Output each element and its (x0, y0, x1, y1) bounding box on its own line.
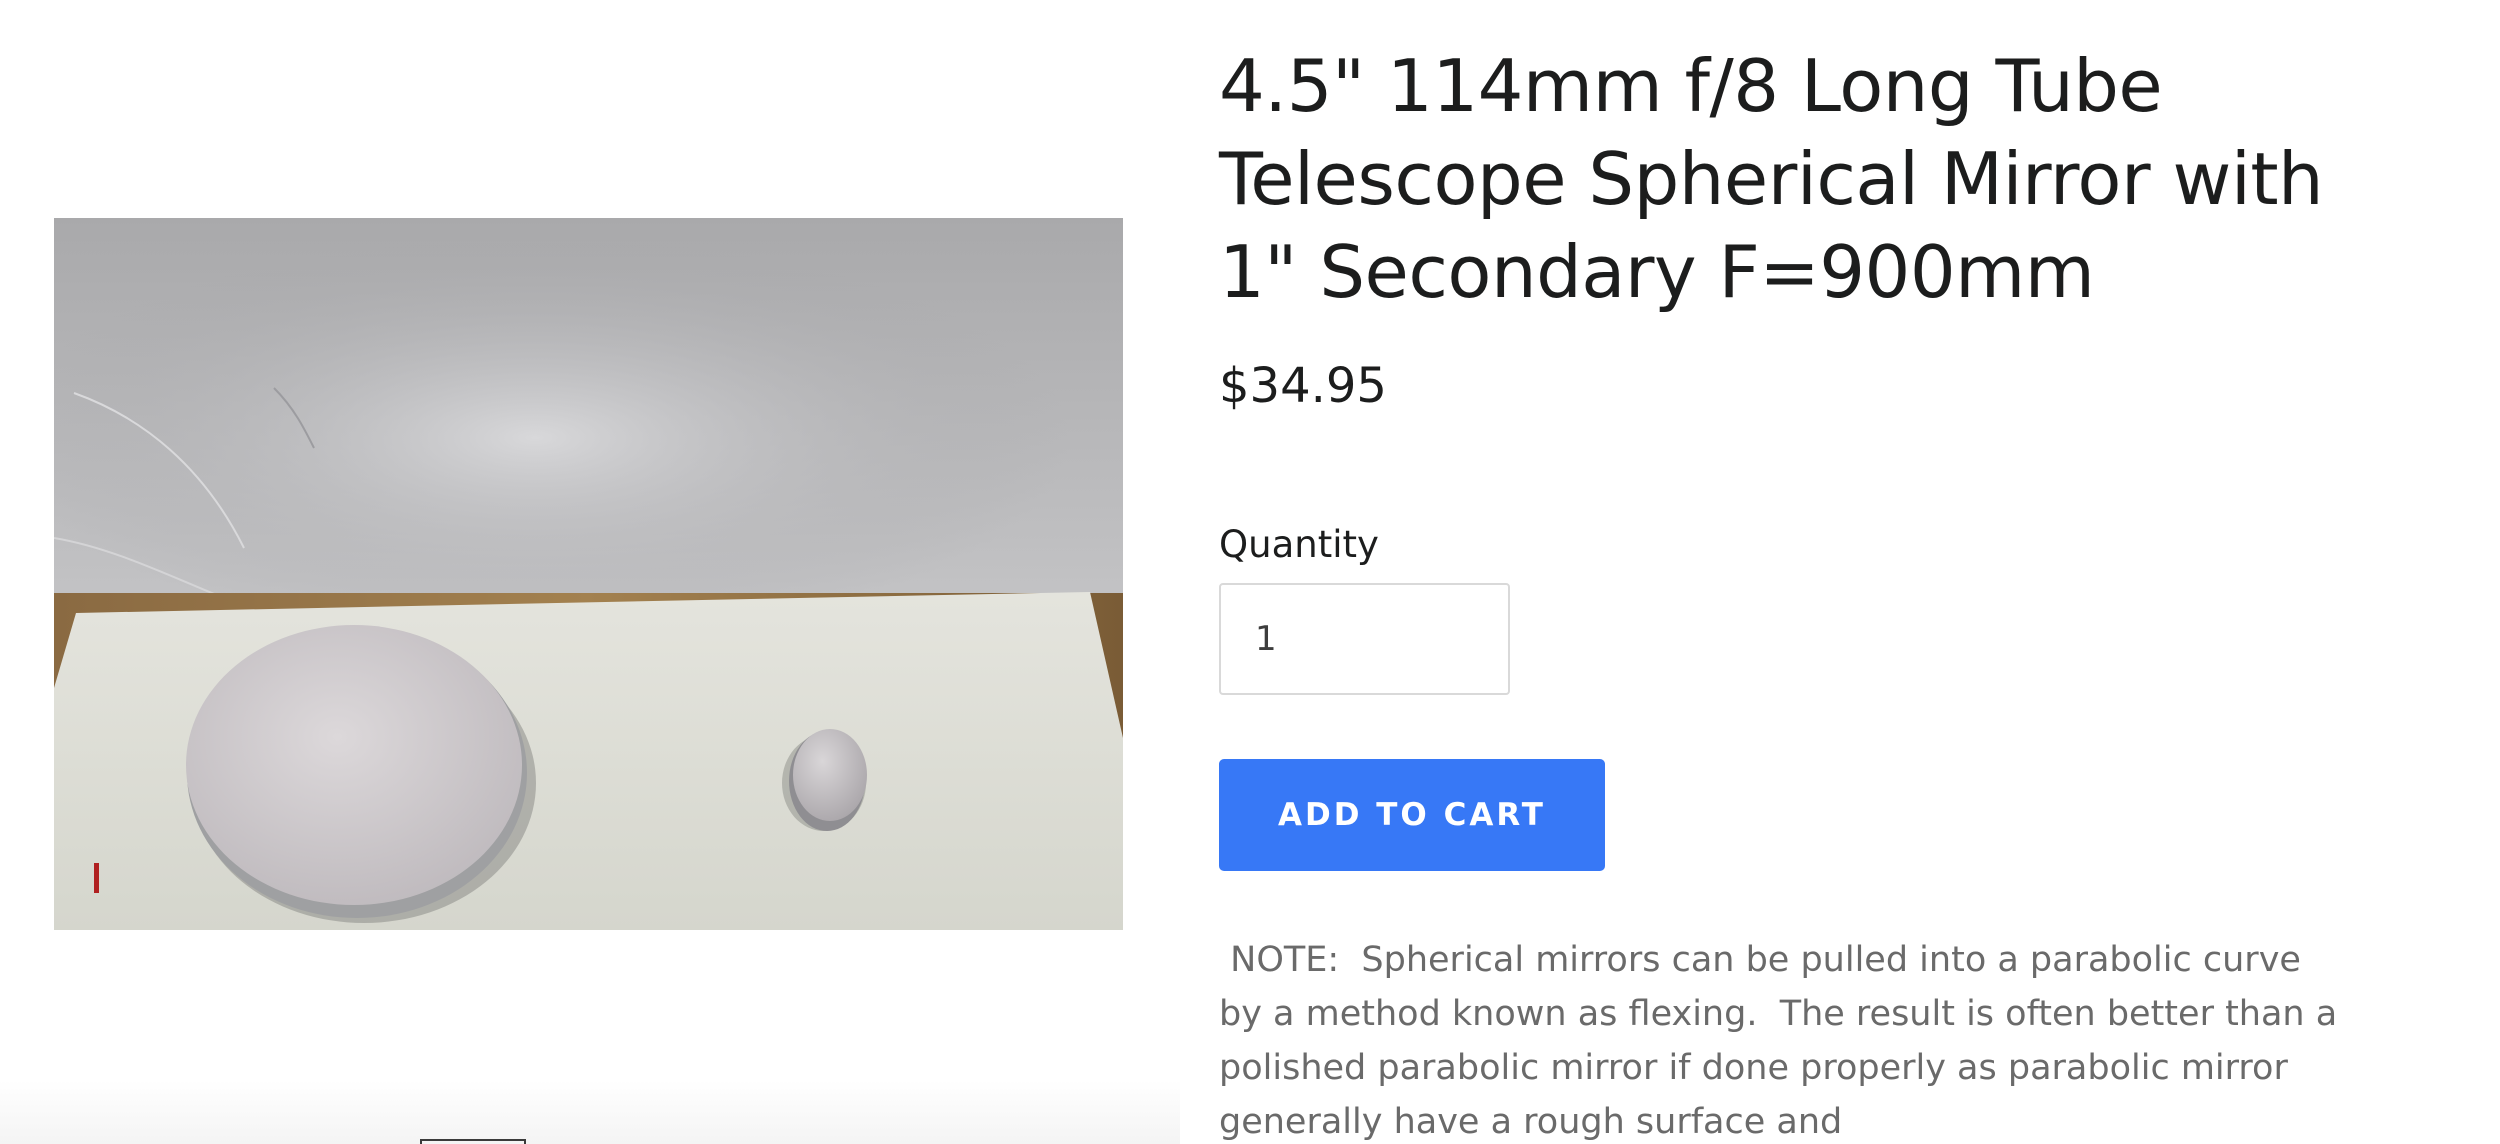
quantity-input[interactable] (1219, 583, 1510, 695)
thumbnail-strip (0, 1080, 1180, 1144)
product-description: NOTE: Spherical mirrors can be pulled in… (1219, 940, 2349, 1142)
product-title: 4.5" 114mm f/8 Long Tube Telescope Spher… (1219, 44, 2324, 314)
product-page: 4.5" 114mm f/8 Long Tube Telescope Spher… (0, 0, 2500, 1144)
add-to-cart-button[interactable]: ADD TO CART (1219, 759, 1605, 871)
product-photo-graphic (54, 218, 1123, 930)
quantity-label: Quantity (1219, 523, 1379, 566)
thumbnail-selected-frame[interactable] (420, 1139, 526, 1144)
product-image[interactable] (54, 218, 1123, 930)
product-info: 4.5" 114mm f/8 Long Tube Telescope Spher… (1219, 40, 2379, 1142)
product-price: $34.95 (1219, 358, 1387, 414)
